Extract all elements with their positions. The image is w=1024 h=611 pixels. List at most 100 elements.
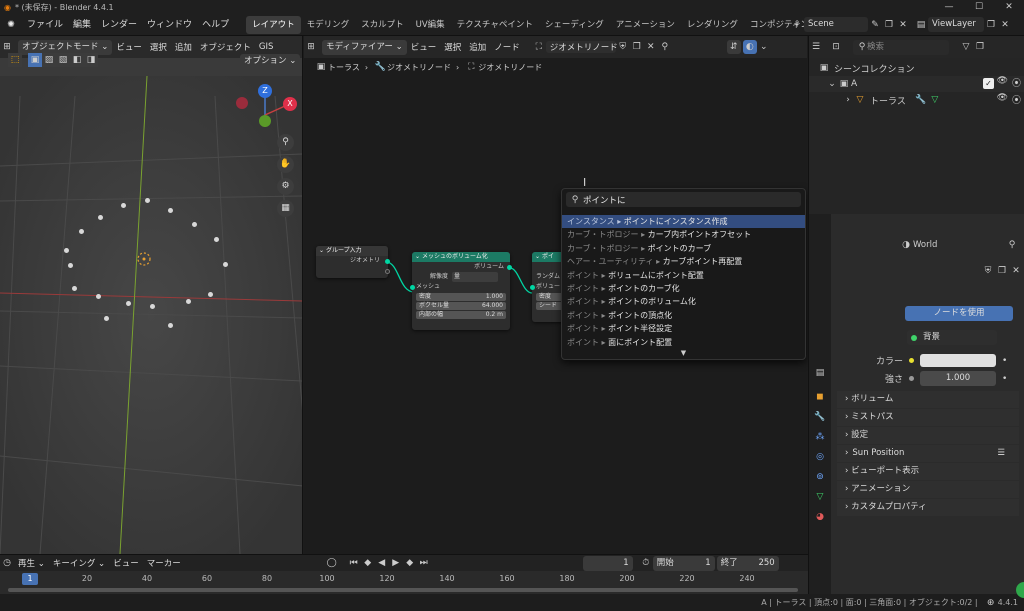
exclude-checkbox[interactable]: ✓ <box>983 78 994 89</box>
menu-help[interactable]: ヘルプ <box>197 14 234 36</box>
use-nodes-button[interactable]: ノードを使用 <box>905 306 1013 321</box>
menu-file[interactable]: ファイル <box>22 14 68 36</box>
expand-arrow-icon[interactable]: ⌄ <box>827 77 837 91</box>
object-tab-icon[interactable]: ◼ <box>813 390 827 404</box>
density-field[interactable]: 密度 1.000 <box>416 293 506 301</box>
outliner-search-field[interactable]: ⚲ 検索 <box>853 39 949 55</box>
timeline[interactable]: ◷ 再生 ⌄ キーイング ⌄ ビュー マーカー ◯ ⏮ ◆ ◀ ▶ ◆ ⏭ 1 … <box>0 554 808 595</box>
blender-menu-icon[interactable]: ✺ <box>4 18 18 32</box>
panel-mist-pass[interactable]: › ミストパス <box>837 409 1019 426</box>
view-layer-icon[interactable]: ▤ <box>914 18 928 32</box>
world-fake-user-icon[interactable]: ⛨ <box>981 264 995 278</box>
world-copy-icon[interactable]: ❐ <box>995 264 1009 278</box>
panel-custom-properties[interactable]: › カスタムプロパティ <box>837 499 1019 516</box>
expand-arrow-icon[interactable]: › <box>843 93 853 107</box>
scroll-down-icon[interactable]: ▼ <box>562 349 805 357</box>
search-result-item[interactable]: ポイント ▸ ポイントの頂点化 <box>562 309 805 322</box>
mesh-input-socket[interactable] <box>410 284 415 290</box>
outliner-editor-type-icon[interactable]: ☰ <box>809 40 823 54</box>
zoom-icon[interactable]: ⚲ <box>277 134 294 151</box>
gizmo-x-axis[interactable]: X <box>283 97 297 111</box>
node-search-input[interactable]: ⚲ ポイントに <box>566 192 801 207</box>
view-layer-field[interactable]: ViewLayer <box>928 17 984 32</box>
panel-settings[interactable]: › 設定 <box>837 427 1019 444</box>
menu-edit[interactable]: 編集 <box>68 14 96 36</box>
search-result-item[interactable]: ポイント ▸ ポイントのボリューム化 <box>562 295 805 308</box>
constraints-tab-icon[interactable]: ⊚ <box>813 470 827 484</box>
render-camera-icon[interactable]: ⦿ <box>1012 93 1021 106</box>
ortho-grid-icon[interactable]: ▦ <box>277 200 294 217</box>
empty-socket[interactable] <box>385 268 390 274</box>
menu-render[interactable]: レンダー <box>96 14 142 36</box>
tab-modeling[interactable]: モデリング <box>301 16 356 34</box>
outliner-row-torus[interactable]: › ▽ トーラス 🔧 ▽ 👁 ⦿ <box>809 92 1024 108</box>
properties-pin-icon[interactable]: ⚲ <box>1005 238 1019 252</box>
tab-sculpt[interactable]: スカルプト <box>355 16 410 34</box>
timeline-ruler[interactable]: 1 20 40 60 80 100 120 140 160 180 200 22… <box>0 571 808 595</box>
tab-layout[interactable]: レイアウト <box>246 15 301 34</box>
world-unlink-icon[interactable]: ✕ <box>1009 264 1023 278</box>
mesh-data-icon[interactable]: ▽ <box>928 93 942 107</box>
menu-window[interactable]: ウィンドウ <box>142 14 197 36</box>
gizmo-neg-x-axis[interactable] <box>236 97 248 109</box>
keyframe-dot-icon[interactable]: • <box>1002 374 1007 384</box>
search-result-item[interactable]: ポイント ▸ ポイントのカーブ化 <box>562 282 805 295</box>
keying-menu[interactable]: キーイング ⌄ <box>49 557 109 569</box>
minimize-button[interactable]: — <box>934 0 964 14</box>
search-result-item[interactable]: カーブ・トポロジー ▸ カーブ内ポイントオフセット <box>562 228 805 241</box>
new-view-layer-icon[interactable]: ❐ <box>984 18 998 32</box>
play-reverse-icon[interactable]: ◀ <box>375 556 389 570</box>
play-icon[interactable]: ▶ <box>389 556 403 570</box>
panel-viewport-display[interactable]: › ビューポート表示 <box>837 463 1019 480</box>
node-search-popup[interactable]: ⚲ ポイントに インスタンス ▸ ポイントにインスタンス作成 カーブ・トポロジー… <box>561 188 806 360</box>
timeline-view-menu[interactable]: ビュー <box>109 557 143 569</box>
pin-icon[interactable]: ✎ <box>868 18 882 32</box>
modifier-wrench-icon[interactable]: 🔧 <box>914 93 928 107</box>
filter-icon[interactable]: ▽ <box>959 40 973 54</box>
surface-shader-field[interactable]: 背景 <box>907 330 997 345</box>
playback-menu[interactable]: 再生 ⌄ <box>14 557 49 569</box>
jump-start-icon[interactable]: ⏮ <box>347 556 361 570</box>
close-button[interactable]: ✕ <box>994 0 1024 14</box>
clock-icon[interactable]: ⏱ <box>639 556 653 570</box>
timeline-editor-type-icon[interactable]: ◷ <box>0 556 14 570</box>
physics-tab-icon[interactable]: ◎ <box>813 450 827 464</box>
render-camera-icon[interactable]: ⦿ <box>1012 76 1021 89</box>
jump-end-icon[interactable]: ⏭ <box>417 556 431 570</box>
delete-scene-icon[interactable]: ✕ <box>896 18 910 32</box>
timeline-scrollbar[interactable] <box>8 588 798 592</box>
visibility-eye-icon[interactable]: 👁 <box>997 93 1008 103</box>
geometry-socket[interactable] <box>385 258 390 264</box>
panel-animation[interactable]: › アニメーション <box>837 481 1019 498</box>
3d-viewport[interactable]: ⊞ オブジェクトモード ⌄ ビュー 選択 追加 オブジェクト GIS ⬚ ▣ ▨… <box>0 36 303 554</box>
scene-icon[interactable]: ⚘ <box>790 18 804 32</box>
material-tab-icon[interactable]: ◕ <box>813 510 827 524</box>
visibility-eye-icon[interactable]: 👁 <box>997 76 1008 86</box>
modifier-tab-icon[interactable]: 🔧 <box>813 410 827 424</box>
gizmo-y-axis[interactable] <box>259 115 271 127</box>
search-result-item[interactable]: ポイント ▸ 面にポイント配置 <box>562 336 805 349</box>
outliner-row-collection-a[interactable]: ⌄ ▣ A ✓ 👁 ⦿ <box>809 76 1024 92</box>
marker-menu[interactable]: マーカー <box>143 557 185 569</box>
tab-animation[interactable]: アニメーション <box>610 16 681 34</box>
resolution-dropdown[interactable]: 量 <box>452 272 499 282</box>
tab-shading[interactable]: シェーディング <box>539 16 610 34</box>
search-result-item[interactable]: インスタンス ▸ ポイントにインスタンス作成 <box>562 215 805 229</box>
tab-texture-paint[interactable]: テクスチャペイント <box>451 16 539 34</box>
new-scene-icon[interactable]: ❐ <box>882 18 896 32</box>
playhead[interactable]: 1 <box>22 573 38 585</box>
outliner[interactable]: ☰ ⊡ ⚲ 検索 ▽ ❐ ▣ シーンコレクション ⌄ ▣ A ✓ 👁 ⦿ › ▽ … <box>808 36 1024 214</box>
volume-input-socket[interactable] <box>530 284 535 290</box>
mesh-to-volume-node[interactable]: ⌄ メッシュのボリューム化 ボリューム 解像度量 メッシュ 密度 1.000 ボク… <box>410 252 512 330</box>
new-collection-icon[interactable]: ❐ <box>973 40 987 54</box>
voxel-amount-field[interactable]: ボクセル量 64.000 <box>416 302 506 310</box>
list-icon[interactable]: ☰ <box>997 445 1005 462</box>
camera-view-icon[interactable]: ⚙ <box>277 178 294 195</box>
data-tab-icon[interactable]: ▽ <box>813 490 827 504</box>
prev-keyframe-icon[interactable]: ◆ <box>361 556 375 570</box>
panel-sun-position[interactable]: › Sun Position ☰ <box>837 445 1019 462</box>
group-input-node[interactable]: ⌄ グループ入力 ジオメトリ <box>316 246 390 278</box>
particles-tab-icon[interactable]: ⁂ <box>813 430 827 444</box>
tab-rendering[interactable]: レンダリング <box>681 16 744 34</box>
maximize-button[interactable]: ☐ <box>964 0 994 14</box>
